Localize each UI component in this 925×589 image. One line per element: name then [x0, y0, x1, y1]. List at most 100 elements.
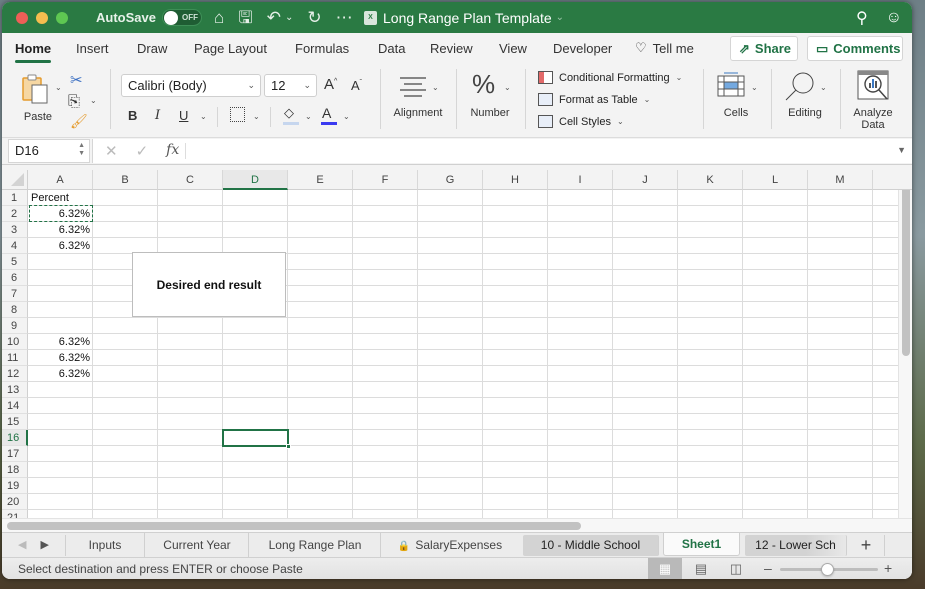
sheet-tab-12-lower-school[interactable]: 12 - Lower Sch — [745, 535, 847, 556]
sheet-tab-salary-expenses[interactable]: 🔒 SalaryExpenses — [382, 533, 518, 558]
column-header-a[interactable]: A — [28, 170, 93, 190]
conditional-formatting-button[interactable]: Conditional Formatting ⌄ — [538, 71, 682, 84]
tab-home[interactable]: Home — [15, 41, 52, 63]
cell-a10[interactable]: 6.32% — [31, 334, 93, 350]
row-header-10[interactable]: 10 — [2, 334, 28, 350]
row-header-2[interactable]: 2 — [2, 206, 28, 222]
cell-a3[interactable]: 6.32% — [31, 222, 93, 238]
borders-icon[interactable] — [230, 107, 245, 122]
row-header-5[interactable]: 5 — [2, 254, 28, 270]
select-all-button[interactable] — [2, 170, 28, 190]
horizontal-scroll-thumb[interactable] — [7, 522, 581, 530]
previous-sheet-icon[interactable]: ◀ — [18, 538, 26, 551]
underline-button[interactable]: U — [179, 108, 188, 123]
more-icon[interactable]: ⋯ — [336, 9, 353, 26]
maximize-window-button[interactable] — [56, 11, 68, 24]
column-header-h[interactable]: H — [483, 170, 548, 190]
row-header-4[interactable]: 4 — [2, 238, 28, 254]
tab-insert[interactable]: Insert — [76, 41, 109, 56]
column-header-f[interactable]: F — [353, 170, 418, 190]
row-header-3[interactable]: 3 — [2, 222, 28, 238]
search-icon[interactable]: ⚲ — [856, 8, 868, 28]
confirm-entry-icon[interactable]: ✓ — [136, 142, 149, 160]
normal-view-button[interactable]: ▦ — [648, 558, 682, 579]
close-window-button[interactable] — [16, 11, 28, 24]
next-sheet-icon[interactable]: ▶ — [40, 538, 48, 551]
row-header-6[interactable]: 6 — [2, 270, 28, 286]
row-header-8[interactable]: 8 — [2, 302, 28, 318]
sheet-tab-inputs[interactable]: Inputs — [66, 533, 145, 558]
row-header-13[interactable]: 13 — [2, 382, 28, 398]
document-title[interactable]: X Long Range Plan Template ⌄ — [364, 2, 564, 33]
page-layout-view-button[interactable]: ▤ — [684, 558, 718, 579]
cell-a1[interactable]: Percent — [31, 190, 93, 206]
tab-view[interactable]: View — [499, 41, 527, 56]
fill-color-dropdown-icon[interactable]: ⌄ — [305, 112, 312, 121]
horizontal-scrollbar[interactable] — [2, 518, 912, 532]
zoom-in-button[interactable]: + — [884, 560, 892, 576]
zoom-slider-knob[interactable] — [821, 563, 834, 576]
tab-page-layout[interactable]: Page Layout — [194, 41, 267, 56]
font-name-select[interactable]: Calibri (Body) ⌄ — [121, 74, 261, 97]
expand-formula-bar-icon[interactable]: ▼ — [897, 145, 906, 155]
number-format-button[interactable]: % ⌄ Number — [464, 69, 519, 129]
sheet-tab-long-range-plan[interactable]: Long Range Plan — [250, 533, 381, 558]
worksheet-grid[interactable]: A B C D E F G H I J K L M 1 2 3 4 5 6 7 8 9 10 11 12 13 14 15 16 17 18… — [2, 170, 912, 518]
vertical-scrollbar[interactable] — [898, 170, 912, 518]
page-break-preview-button[interactable]: ◫ — [719, 558, 753, 579]
underline-dropdown-icon[interactable]: ⌄ — [200, 112, 207, 121]
sheet-tab-10-middle-school[interactable]: 10 - Middle School — [523, 535, 659, 556]
row-header-11[interactable]: 11 — [2, 350, 28, 366]
column-header-e[interactable]: E — [288, 170, 353, 190]
font-color-dropdown-icon[interactable]: ⌄ — [343, 112, 350, 121]
column-header-g[interactable]: G — [418, 170, 483, 190]
column-header-m[interactable]: M — [808, 170, 873, 190]
comments-button[interactable]: ▭ Comments — [807, 36, 903, 61]
account-icon[interactable]: ☺ — [886, 9, 902, 27]
paste-dropdown-icon[interactable]: ⌄ — [55, 83, 62, 92]
cancel-entry-icon[interactable]: ✕ — [105, 142, 118, 160]
editing-button[interactable]: ⌄ Editing — [778, 69, 834, 129]
cells-button[interactable]: ⌄ Cells — [710, 69, 764, 129]
row-header-7[interactable]: 7 — [2, 286, 28, 302]
redo-icon[interactable]: ↻ — [307, 9, 321, 26]
cell-a12[interactable]: 6.32% — [31, 366, 93, 382]
row-header-1[interactable]: 1 — [2, 190, 28, 206]
cell-a4[interactable]: 6.32% — [31, 238, 93, 254]
column-header-b[interactable]: B — [93, 170, 158, 190]
cut-icon[interactable]: ✂ — [70, 71, 83, 89]
row-header-15[interactable]: 15 — [2, 414, 28, 430]
decrease-font-size-icon[interactable]: Aˇ — [351, 78, 362, 93]
fill-handle[interactable] — [286, 444, 291, 449]
active-cell-selection[interactable] — [222, 429, 291, 449]
name-box[interactable]: D16 ▲ ▼ — [8, 139, 90, 163]
row-header-12[interactable]: 12 — [2, 366, 28, 382]
fill-color-icon[interactable]: ◇ — [284, 105, 294, 121]
formula-input-area[interactable]: ✕ ✓ fx ▼ — [92, 139, 912, 163]
column-header-d[interactable]: D — [223, 170, 288, 190]
tab-developer[interactable]: Developer — [553, 41, 612, 56]
column-header-i[interactable]: I — [548, 170, 613, 190]
format-painter-icon[interactable]: 🖌 — [70, 113, 88, 130]
tab-draw[interactable]: Draw — [137, 41, 167, 56]
bold-button[interactable]: B — [128, 108, 137, 123]
column-header-k[interactable]: K — [678, 170, 743, 190]
copy-icon[interactable]: ⎘ — [68, 93, 80, 110]
increase-font-size-icon[interactable]: A^ — [324, 76, 337, 93]
share-button[interactable]: ⇗ Share — [730, 36, 798, 61]
insert-function-icon[interactable]: fx — [166, 142, 179, 160]
save-icon[interactable]: 🖫 — [238, 9, 252, 26]
analyze-data-button[interactable]: Analyze Data — [846, 69, 900, 133]
row-header-9[interactable]: 9 — [2, 318, 28, 334]
row-header-18[interactable]: 18 — [2, 462, 28, 478]
font-size-select[interactable]: 12 ⌄ — [264, 74, 317, 97]
paste-button[interactable]: Paste — [16, 69, 60, 129]
undo-icon[interactable]: ↶ — [267, 9, 281, 26]
sheet-tab-current-year[interactable]: Current Year — [146, 533, 249, 558]
home-icon[interactable]: ⌂ — [214, 9, 224, 26]
tab-data[interactable]: Data — [378, 41, 405, 56]
zoom-out-button[interactable]: – — [764, 560, 772, 576]
tab-formulas[interactable]: Formulas — [295, 41, 349, 56]
text-box-shape[interactable]: Desired end result — [132, 252, 286, 317]
minimize-window-button[interactable] — [36, 11, 48, 24]
